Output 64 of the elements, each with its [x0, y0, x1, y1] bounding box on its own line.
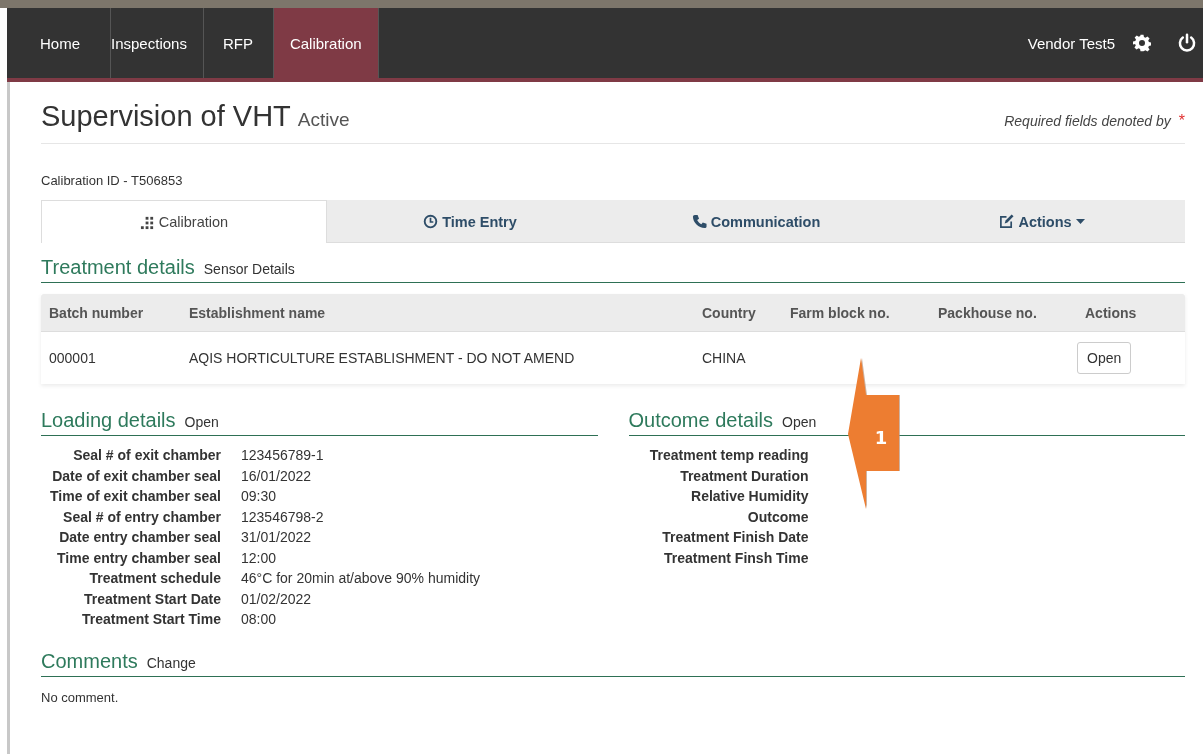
power-icon[interactable] — [1177, 33, 1197, 53]
column-header: Country — [701, 304, 757, 321]
user-name[interactable]: Vendor Test5 — [1027, 8, 1115, 78]
table-cell-text: CHINA — [701, 350, 747, 366]
field-value: 123456789-1 — [241, 447, 325, 463]
field-value: 16/01/2022 — [241, 467, 313, 484]
section-title: Comments — [41, 650, 138, 673]
field-label: Date entry chamber seal — [58, 529, 221, 545]
tab[interactable]: Communication — [613, 200, 899, 242]
page-title: Supervision of VHT — [41, 100, 291, 133]
field-value: 09:30 — [241, 488, 278, 504]
open-button[interactable]: Open — [1077, 342, 1132, 374]
tab[interactable]: Actions — [899, 200, 1185, 242]
field-label: Relative Humidity — [690, 488, 809, 504]
section-title: Outcome details — [628, 409, 773, 432]
field-label: Seal # of entry chamber — [62, 508, 221, 525]
required-note: Required fields denoted by — [1004, 113, 1171, 129]
column-header: Farm block no. — [789, 304, 891, 321]
field-value: 31/01/2022 — [241, 529, 313, 545]
nav-item[interactable]: Inspections — [111, 8, 204, 78]
column-header: Packhouse no. — [937, 304, 1038, 321]
status-text: Active — [297, 109, 350, 131]
field-label: Treatment Start Time — [81, 611, 221, 627]
tab[interactable]: Calibration — [41, 200, 327, 243]
phone-icon — [691, 214, 707, 229]
column-header: Batch number — [48, 304, 145, 321]
comment-text: No comment. — [41, 690, 119, 705]
nav-item[interactable]: Home — [7, 8, 111, 78]
field-label: Treatment Duration — [679, 467, 809, 484]
field-label: Date of exit chamber seal — [51, 467, 221, 484]
field-value: 12:00 — [241, 549, 278, 566]
field-value: 123546798-2 — [241, 508, 325, 525]
nav-item[interactable]: Calibration — [273, 8, 379, 78]
section-link[interactable]: Sensor Details — [203, 261, 295, 277]
table-cell-text: 000001 — [48, 350, 97, 366]
field-label: Treatment Finish Date — [661, 529, 809, 545]
section-title: Loading details — [41, 409, 176, 432]
clock-icon — [423, 214, 439, 229]
field-label: Treatment schedule — [88, 570, 221, 586]
field-value: 08:00 — [241, 611, 278, 627]
table-cell-text: AQIS HORTICULTURE ESTABLISHMENT - DO NOT AMEND — [188, 350, 576, 366]
calibration-id: Calibration ID - T506853 — [41, 173, 183, 188]
field-label: Time entry chamber seal — [56, 549, 221, 566]
field-label: Treatment Start Date — [83, 590, 221, 607]
column-header: Establishment name — [188, 304, 327, 321]
tab[interactable]: Time Entry — [327, 200, 613, 242]
column-header: Actions — [1084, 304, 1138, 321]
section-title: Treatment details — [41, 256, 195, 279]
section-link[interactable]: Open — [782, 414, 817, 430]
edit-icon — [999, 214, 1015, 229]
field-value: 46°C for 20min at/above 90% humidity — [241, 570, 482, 586]
section-link[interactable]: Change — [146, 655, 196, 671]
field-label: Treatment temp reading — [648, 447, 809, 463]
field-label: Outcome — [746, 508, 809, 525]
required-mark: * — [1178, 112, 1185, 130]
field-value: 01/02/2022 — [241, 590, 313, 607]
field-label: Treatment Finsh Time — [663, 549, 809, 566]
field-label: Time of exit chamber seal — [49, 488, 221, 504]
section-link[interactable]: Open — [184, 414, 219, 430]
nav-item[interactable]: RFP — [203, 8, 274, 78]
caret-icon — [1075, 219, 1085, 224]
settings-icon[interactable] — [1133, 34, 1151, 52]
field-label: Seal # of exit chamber — [72, 447, 221, 463]
chart-icon — [139, 214, 155, 230]
